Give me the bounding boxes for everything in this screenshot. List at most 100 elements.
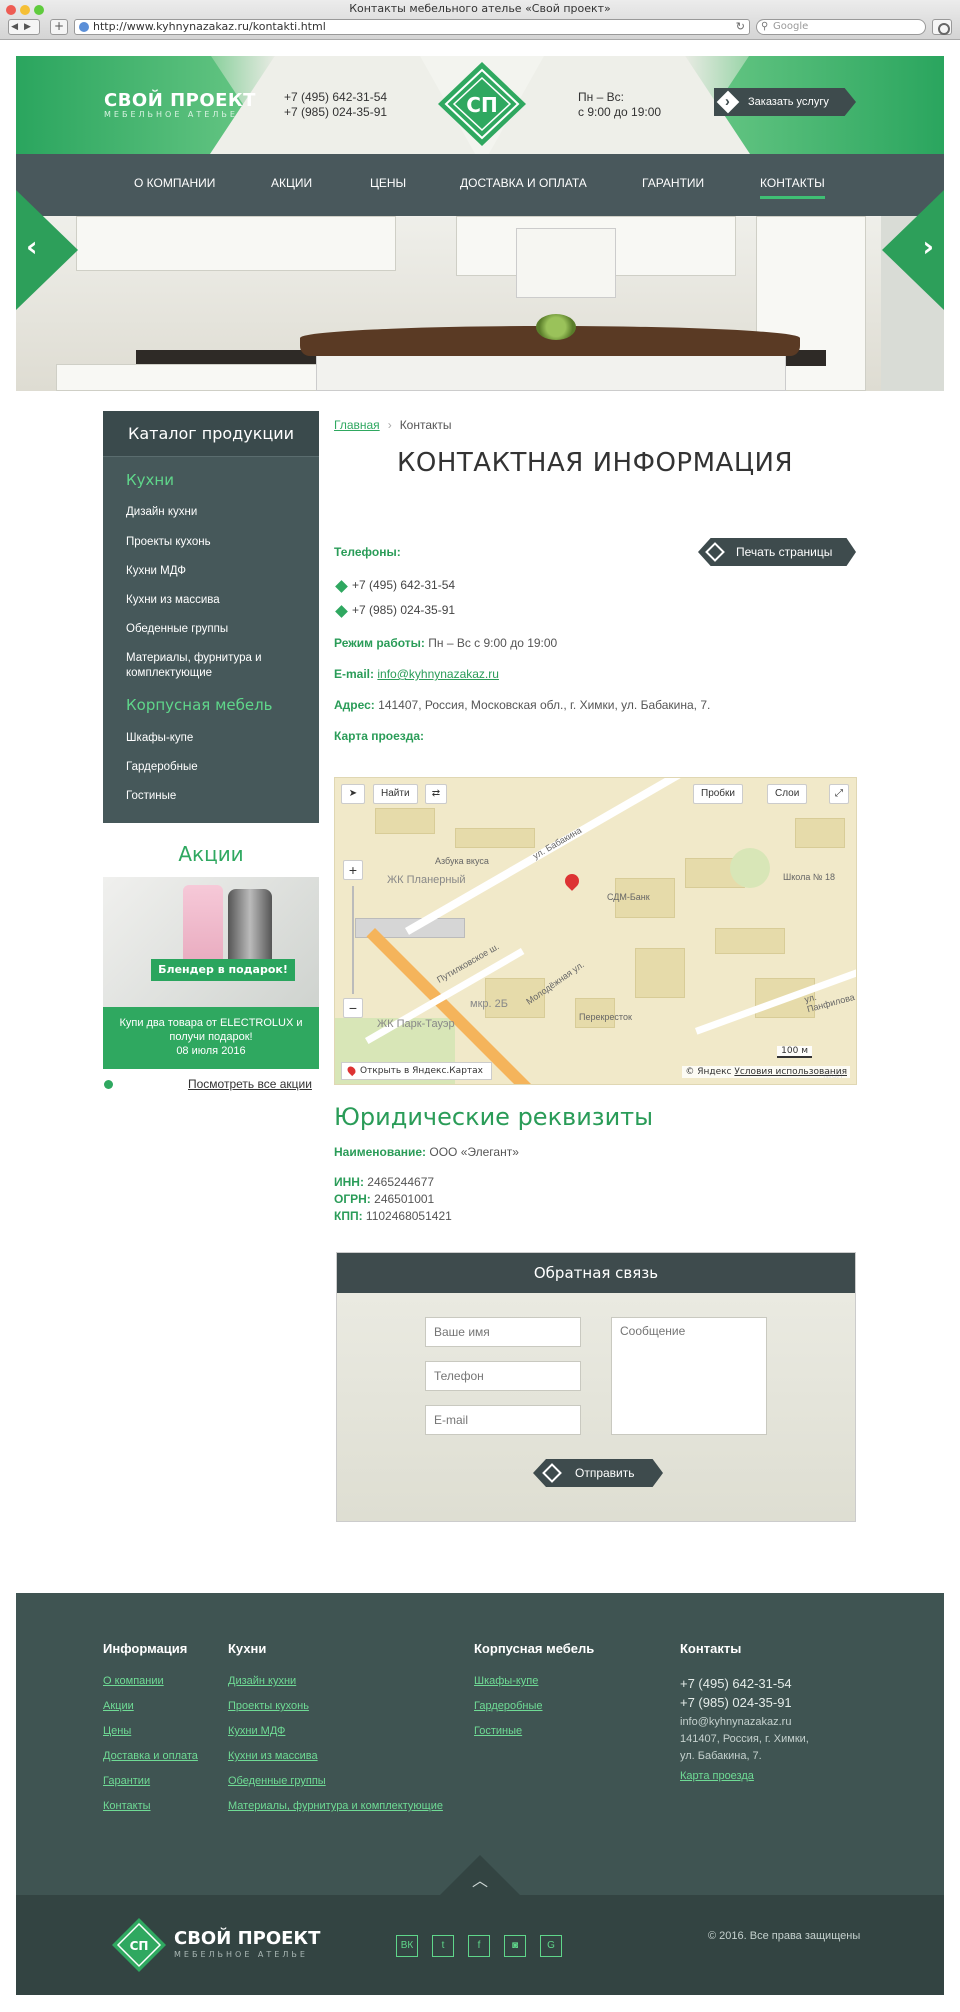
nav-item-contacts[interactable]: КОНТАКТЫ bbox=[760, 176, 825, 199]
footer-link-promos[interactable]: Акции bbox=[103, 1700, 134, 1712]
footer-link-solid-wood[interactable]: Кухни из массива bbox=[228, 1750, 318, 1762]
map-marker-icon[interactable] bbox=[562, 871, 582, 891]
logo-emblem-icon[interactable]: СП bbox=[420, 56, 544, 166]
map-park bbox=[730, 848, 770, 888]
email-link[interactable]: info@kyhnynazakaz.ru bbox=[377, 667, 499, 681]
footer-link-dressing[interactable]: Гардеробные bbox=[474, 1700, 543, 1712]
footer-link-dining[interactable]: Обеденные группы bbox=[228, 1775, 326, 1787]
sidebar-group-kitchens[interactable]: Кухни bbox=[126, 471, 174, 489]
footer-link-mdf[interactable]: Кухни МДФ bbox=[228, 1725, 285, 1737]
footer-link-prices[interactable]: Цены bbox=[103, 1725, 131, 1737]
emblem-text: СП bbox=[466, 93, 497, 117]
email-label: E-mail: bbox=[334, 667, 375, 681]
breadcrumb-home[interactable]: Главная bbox=[334, 418, 380, 432]
sidebar-item-kitchen-projects[interactable]: Проекты кухонь bbox=[126, 535, 306, 550]
instagram-icon[interactable]: ◙ bbox=[504, 1935, 526, 1957]
promo-text: Купи два товара от ELECTROLUX и получи п… bbox=[119, 1017, 303, 1043]
sidebar-item-solid-wood-kitchens[interactable]: Кухни из массива bbox=[126, 593, 306, 608]
footer-link-kitchen-projects[interactable]: Проекты кухонь bbox=[228, 1700, 309, 1712]
promo-pager-dot[interactable] bbox=[104, 1080, 113, 1089]
globe-icon bbox=[79, 22, 89, 32]
search-field[interactable]: ⚲ Google bbox=[756, 19, 926, 35]
footer-link-company[interactable]: О компании bbox=[103, 1675, 164, 1687]
map-find-button[interactable]: Найти bbox=[373, 784, 418, 804]
yandex-map[interactable]: Азбука вкуса ЖК Планерный СДМ-Банк Школа… bbox=[334, 777, 857, 1085]
email-input[interactable] bbox=[425, 1405, 581, 1435]
footer-phone-2: +7 (985) 024-35-91 bbox=[680, 1695, 792, 1710]
map-layers-button[interactable]: Слои bbox=[767, 784, 808, 804]
geolocation-icon[interactable]: ➤ bbox=[341, 784, 365, 804]
map-zoom-control: + − bbox=[343, 860, 363, 1020]
logo-title[interactable]: СВОЙ ПРОЕКТ bbox=[104, 90, 256, 111]
logo-subtitle: МЕБЕЛЬНОЕ АТЕЛЬЕ bbox=[104, 110, 238, 119]
sidebar-item-living-rooms[interactable]: Гостиные bbox=[126, 789, 306, 804]
name-input[interactable] bbox=[425, 1317, 581, 1347]
hero-island-base bbox=[316, 350, 786, 391]
sidebar-item-kitchen-design[interactable]: Дизайн кухни bbox=[126, 505, 306, 520]
ogrn-label: ОГРН: bbox=[334, 1192, 371, 1206]
sidebar-group-cabinet-furniture[interactable]: Корпусная мебель bbox=[126, 696, 273, 714]
sidebar-item-mdf-kitchens[interactable]: Кухни МДФ bbox=[126, 564, 306, 579]
hero-lower-cabinets bbox=[56, 364, 356, 391]
footer-link-warranty[interactable]: Гарантии bbox=[103, 1775, 150, 1787]
new-tab-button[interactable]: + bbox=[50, 19, 68, 35]
breadcrumb-current: Контакты bbox=[399, 418, 452, 432]
footer-link-wardrobes[interactable]: Шкафы-купе bbox=[474, 1675, 538, 1687]
footer-map-link[interactable]: Карта проезда bbox=[680, 1770, 754, 1782]
nav-item-company[interactable]: О КОМПАНИИ bbox=[134, 176, 215, 190]
promo-title: Акции bbox=[178, 842, 244, 866]
vk-icon[interactable]: ВК bbox=[396, 1935, 418, 1957]
chevron-up-icon: ︿ bbox=[472, 1871, 489, 1890]
map-copyright-text: © Яндекс bbox=[685, 1067, 732, 1077]
back-forward-buttons[interactable]: ◀▶ bbox=[8, 19, 40, 35]
footer-logo-emblem-icon[interactable]: СП bbox=[110, 1916, 168, 1974]
map-block bbox=[635, 948, 685, 998]
message-textarea[interactable] bbox=[611, 1317, 767, 1435]
sidebar-item-materials[interactable]: Материалы, фурнитура и комплектующие bbox=[126, 651, 306, 681]
zoom-in-icon[interactable]: + bbox=[343, 860, 363, 880]
footer-link-kitchen-design[interactable]: Дизайн кухни bbox=[228, 1675, 296, 1687]
phone-input[interactable] bbox=[425, 1361, 581, 1391]
map-traffic-button[interactable]: Пробки bbox=[693, 784, 743, 804]
footer-link-materials[interactable]: Материалы, фурнитура и комплектующие bbox=[228, 1800, 443, 1812]
reload-icon[interactable]: ↻ bbox=[736, 20, 745, 34]
sidebar-item-dining-groups[interactable]: Обеденные группы bbox=[126, 622, 306, 637]
footer-link-contacts[interactable]: Контакты bbox=[103, 1800, 151, 1812]
route-icon[interactable]: ⇄ bbox=[425, 784, 447, 804]
address-bar[interactable]: http://www.kyhnynazakaz.ru/kontakti.html… bbox=[74, 19, 750, 35]
downloads-icon[interactable] bbox=[932, 19, 952, 35]
sidebar-item-dressing-rooms[interactable]: Гардеробные bbox=[126, 760, 306, 775]
browser-chrome: Контакты мебельного ателье «Свой проект»… bbox=[0, 0, 960, 40]
map-terms-link[interactable]: Условия использования bbox=[734, 1067, 847, 1077]
scroll-top-button[interactable]: ︿ bbox=[440, 1855, 520, 1895]
header-hours-label: Пн – Вс: bbox=[578, 90, 624, 104]
nav-item-warranty[interactable]: ГАРАНТИИ bbox=[642, 176, 704, 190]
footer-link-living[interactable]: Гостиные bbox=[474, 1725, 522, 1737]
google-plus-icon[interactable]: G bbox=[540, 1935, 562, 1957]
contact-phone-2: +7 (985) 024-35-91 bbox=[352, 603, 456, 617]
fullscreen-icon[interactable]: ⤢ bbox=[829, 784, 849, 804]
nav-item-promos[interactable]: АКЦИИ bbox=[271, 176, 312, 190]
print-page-button[interactable]: Печать страницы bbox=[698, 538, 856, 566]
chevron-right-icon: › bbox=[922, 230, 934, 263]
all-promos-link[interactable]: Посмотреть все акции bbox=[188, 1077, 312, 1091]
footer-col-kitchens-title: Кухни bbox=[228, 1641, 267, 1656]
zoom-slider-track[interactable] bbox=[352, 886, 354, 994]
footer-phone-1: +7 (495) 642-31-54 bbox=[680, 1676, 792, 1691]
order-service-button[interactable]: Заказать услугу bbox=[714, 88, 856, 116]
promo-banner[interactable]: Купи два товара от ELECTROLUX и получи п… bbox=[103, 1007, 319, 1069]
feedback-title: Обратная связь bbox=[337, 1253, 855, 1293]
chevron-right-icon bbox=[716, 90, 740, 114]
zoom-out-icon[interactable]: − bbox=[343, 998, 363, 1018]
facebook-icon[interactable]: f bbox=[468, 1935, 490, 1957]
twitter-icon[interactable]: t bbox=[432, 1935, 454, 1957]
send-button[interactable]: Отправить bbox=[533, 1459, 663, 1487]
footer-link-delivery[interactable]: Доставка и оплата bbox=[103, 1750, 198, 1762]
nav-item-delivery[interactable]: ДОСТАВКА И ОПЛАТА bbox=[460, 176, 587, 190]
open-in-yandex-link[interactable]: Открыть в Яндекс.Картах bbox=[341, 1062, 492, 1080]
breadcrumb: Главная › Контакты bbox=[334, 418, 452, 432]
promo-image[interactable]: Блендер в подарок! bbox=[103, 877, 319, 1007]
main-nav: О КОМПАНИИ АКЦИИ ЦЕНЫ ДОСТАВКА И ОПЛАТА … bbox=[16, 154, 944, 216]
sidebar-item-wardrobes[interactable]: Шкафы-купе bbox=[126, 731, 306, 746]
nav-item-prices[interactable]: ЦЕНЫ bbox=[370, 176, 406, 190]
